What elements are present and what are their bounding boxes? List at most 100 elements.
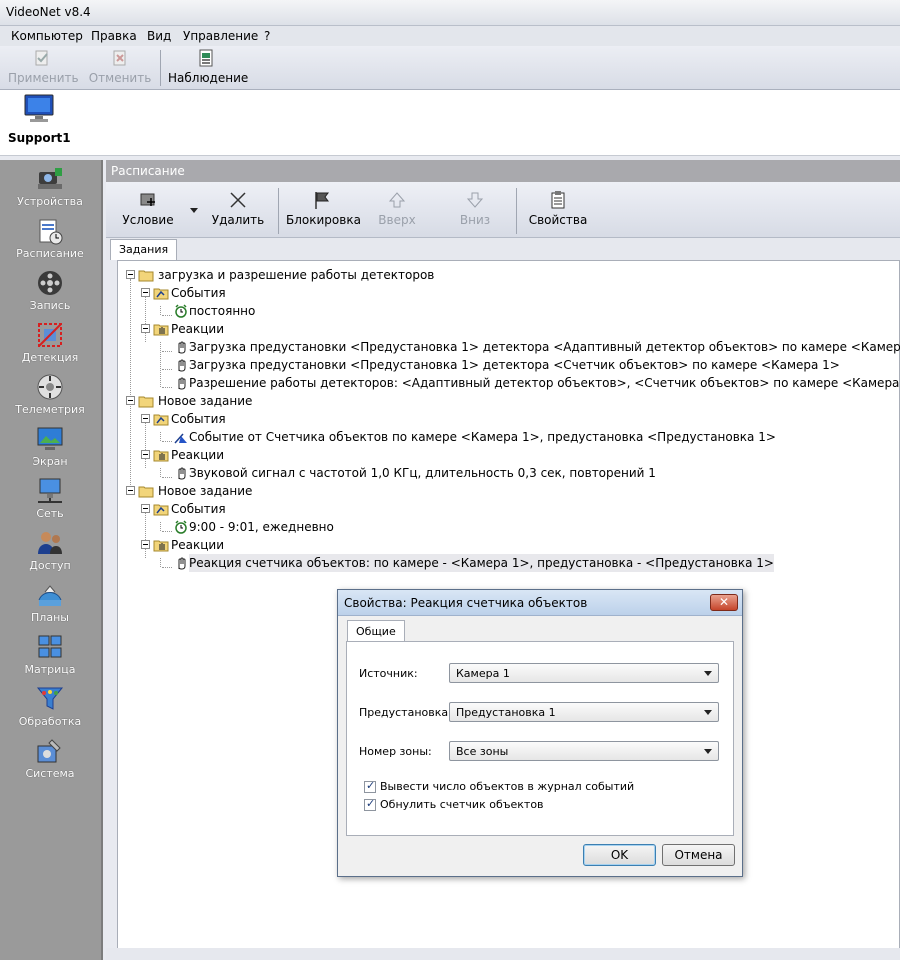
filter-funnel-icon <box>36 687 64 710</box>
toolbar-separator <box>160 50 161 86</box>
sidebar-item-access[interactable]: Доступ <box>0 528 100 580</box>
expand-toggle[interactable] <box>141 504 150 513</box>
sidebar-item-screen[interactable]: Экран <box>0 424 100 476</box>
sidebar-item-matrix[interactable]: Матрица <box>0 632 100 684</box>
reactions-folder-icon <box>153 540 169 552</box>
dialog-tab-panel: Источник: Камера 1 Предустановка: Предус… <box>346 641 734 836</box>
tree-connector <box>130 279 131 493</box>
window-titlebar: VideoNet v8.4 <box>0 0 900 26</box>
delete-button[interactable]: Удалить <box>210 190 266 230</box>
sidebar-item-detection[interactable]: Детекция <box>0 320 100 372</box>
folder-icon <box>138 486 154 498</box>
computer-support1[interactable]: Support1 <box>8 94 71 145</box>
panel-title: Расписание <box>111 164 185 178</box>
tab-tasks[interactable]: Задания <box>110 239 178 260</box>
toolbar-separator <box>516 188 517 234</box>
sidebar-item-network[interactable]: Сеть <box>0 476 100 528</box>
expand-toggle[interactable] <box>141 414 150 423</box>
move-down-button[interactable]: Вниз <box>450 190 500 230</box>
sidebar-item-record[interactable]: Запись <box>0 268 100 320</box>
matrix-icon <box>38 635 62 658</box>
watch-icon <box>199 49 213 67</box>
tree-connector <box>162 315 172 316</box>
schedule-icon <box>39 219 63 245</box>
expand-toggle[interactable] <box>126 486 135 495</box>
expand-toggle[interactable] <box>141 324 150 333</box>
dialog-title: Свойства: Реакция счетчика объектов <box>344 596 588 610</box>
source-value: Камера 1 <box>456 667 510 680</box>
zone-select[interactable]: Все зоны <box>449 741 719 761</box>
tab-general[interactable]: Общие <box>347 620 405 642</box>
events-folder-icon <box>153 504 169 516</box>
hand-pointer-icon <box>178 377 186 390</box>
move-up-button[interactable]: Вверх <box>372 190 422 230</box>
menu-manage[interactable]: Управление <box>183 29 258 43</box>
tree-connector <box>160 306 161 315</box>
devices-icon <box>38 168 62 189</box>
cancel-changes-button[interactable]: Отменить <box>88 48 152 88</box>
tree-connector <box>160 342 161 387</box>
checkbox-checked[interactable] <box>364 797 376 811</box>
expand-toggle[interactable] <box>141 288 150 297</box>
tree-connector <box>162 567 172 568</box>
block-button[interactable]: Блокировка <box>286 190 361 230</box>
properties-dialog: Свойства: Реакция счетчика объектов ✕ Об… <box>337 589 743 877</box>
dialog-titlebar: Свойства: Реакция счетчика объектов ✕ <box>338 590 742 616</box>
tree-connector <box>162 441 172 442</box>
tree-connector <box>160 558 161 567</box>
cancel-button[interactable]: Отмена <box>662 844 735 866</box>
chevron-down-icon <box>704 749 712 754</box>
delete-icon <box>230 192 246 208</box>
hand-pointer-icon <box>178 557 186 570</box>
preset-value: Предустановка 1 <box>456 706 556 719</box>
close-button[interactable]: ✕ <box>710 594 738 611</box>
tree-connector <box>162 369 172 370</box>
ok-button[interactable]: OK <box>583 844 656 866</box>
sidebar-item-processing[interactable]: Обработка <box>0 684 100 736</box>
zone-value: Все зоны <box>456 745 509 758</box>
checkbox-checked[interactable] <box>364 779 376 793</box>
menu-view[interactable]: Вид <box>147 29 171 43</box>
tree-connector <box>160 432 161 441</box>
menu-edit[interactable]: Правка <box>91 29 137 43</box>
sidebar-item-system[interactable]: Система <box>0 736 100 788</box>
plans-icon <box>38 585 62 606</box>
events-folder-icon <box>153 414 169 426</box>
expand-toggle[interactable] <box>141 540 150 549</box>
sidebar-item-schedule[interactable]: Расписание <box>0 216 100 268</box>
tab-strip: Задания <box>106 238 900 260</box>
tree-connector <box>160 468 161 477</box>
apply-button[interactable]: Применить <box>8 48 79 88</box>
source-select[interactable]: Камера 1 <box>449 663 719 683</box>
detection-icon <box>38 323 62 347</box>
condition-dropdown-arrow[interactable] <box>190 208 198 213</box>
chevron-down-icon <box>704 671 712 676</box>
apply-icon <box>35 50 48 66</box>
main-toolbar: Применить Отменить Наблюдение <box>0 46 900 90</box>
tree-connector <box>162 351 172 352</box>
flag-icon <box>315 192 329 209</box>
expand-toggle[interactable] <box>126 270 135 279</box>
telemetry-icon <box>37 374 63 400</box>
computer-icon <box>24 94 54 122</box>
schedule-toolbar: Условие Удалить Блокировка Вверх Вниз Св… <box>106 182 900 238</box>
condition-button[interactable]: Условие <box>120 190 176 230</box>
sidebar-item-devices[interactable]: Устройства <box>0 164 100 216</box>
watch-button[interactable]: Наблюдение <box>168 48 248 88</box>
expand-toggle[interactable] <box>141 450 150 459</box>
network-icon <box>38 478 62 503</box>
properties-button[interactable]: Свойства <box>526 190 590 230</box>
tree-connector <box>162 531 172 532</box>
preset-select[interactable]: Предустановка 1 <box>449 702 719 722</box>
system-icon <box>37 739 61 763</box>
expand-toggle[interactable] <box>126 396 135 405</box>
sidebar-item-plans[interactable]: Планы <box>0 580 100 632</box>
sidebar-item-telemetry[interactable]: Телеметрия <box>0 372 100 424</box>
arrow-down-icon <box>466 192 484 208</box>
events-folder-icon <box>153 288 169 300</box>
tree-connector <box>162 477 172 478</box>
menu-help[interactable]: ? <box>264 29 270 43</box>
screen-icon <box>37 427 63 450</box>
hand-pointer-icon <box>178 341 186 354</box>
menu-computer[interactable]: Компьютер <box>11 29 83 43</box>
